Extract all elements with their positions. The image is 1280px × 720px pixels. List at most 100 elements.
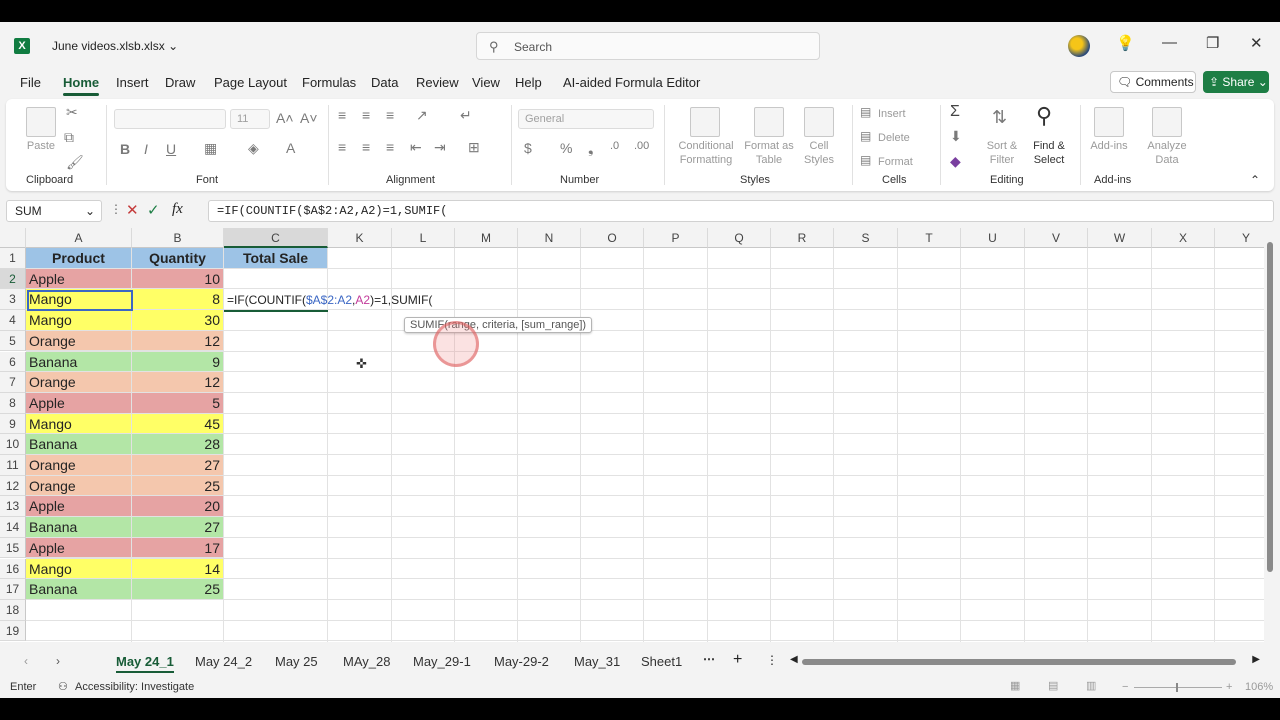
delete-cells-icon[interactable]: ▤ bbox=[860, 129, 871, 143]
format-cells-icon[interactable]: ▤ bbox=[860, 153, 871, 167]
wrap-text-icon[interactable]: ↵ bbox=[460, 107, 472, 124]
tab-page-layout[interactable]: Page Layout bbox=[214, 75, 287, 90]
column-header[interactable]: A bbox=[26, 228, 132, 248]
orientation-icon[interactable]: ↗ bbox=[416, 107, 428, 124]
format-as-table-icon[interactable] bbox=[754, 107, 784, 137]
product-cell[interactable]: Apple bbox=[26, 392, 132, 414]
row-header[interactable]: 1 bbox=[0, 248, 26, 269]
italic-icon[interactable]: I bbox=[144, 141, 148, 157]
scroll-thumb[interactable] bbox=[1267, 242, 1273, 572]
row-header[interactable]: 7 bbox=[0, 372, 26, 393]
product-cell[interactable]: Banana bbox=[26, 517, 132, 538]
clear-icon[interactable]: ◆ bbox=[950, 153, 961, 170]
select-all-corner[interactable] bbox=[0, 228, 26, 248]
column-header[interactable]: W bbox=[1088, 228, 1152, 248]
product-cell[interactable]: Mango bbox=[26, 558, 132, 580]
align-middle-icon[interactable]: ≡ bbox=[362, 107, 370, 123]
quantity-cell[interactable]: 27 bbox=[132, 455, 224, 476]
tab-view[interactable]: View bbox=[472, 75, 500, 90]
page-break-icon[interactable]: ▥ bbox=[1086, 679, 1096, 692]
normal-view-icon[interactable]: ▦ bbox=[1010, 679, 1020, 692]
row-header[interactable]: 18 bbox=[0, 599, 26, 621]
quantity-cell[interactable]: 25 bbox=[132, 579, 224, 600]
analyze-data-icon[interactable] bbox=[1152, 107, 1182, 137]
row-header[interactable]: 19 bbox=[0, 620, 26, 642]
scroll-right-icon[interactable]: ▶ bbox=[1252, 654, 1260, 665]
insert-cells-icon[interactable]: ▤ bbox=[860, 105, 871, 119]
decrease-decimal-icon[interactable]: .00 bbox=[634, 140, 649, 152]
quantity-cell[interactable]: 14 bbox=[132, 558, 224, 580]
zoom-out-icon[interactable]: − bbox=[1122, 681, 1128, 693]
format-painter-icon[interactable]: 🖌 bbox=[66, 154, 84, 171]
autosum-icon[interactable]: Σ bbox=[950, 103, 960, 121]
align-right-icon[interactable]: ≡ bbox=[386, 139, 394, 155]
add-ins-icon[interactable] bbox=[1094, 107, 1124, 137]
name-box[interactable]: SUM ⌄ bbox=[6, 200, 102, 222]
increase-font-icon[interactable]: A˄ bbox=[276, 110, 294, 126]
column-header[interactable]: X bbox=[1152, 228, 1215, 248]
tab-formulas[interactable]: Formulas bbox=[302, 75, 356, 90]
formula-input[interactable]: =IF(COUNTIF($A$2:A2,A2)=1,SUMIF( bbox=[208, 200, 1274, 222]
product-cell[interactable]: Apple bbox=[26, 268, 132, 290]
comments-button[interactable]: 🗨 Comments bbox=[1110, 71, 1196, 93]
tab-home[interactable]: Home bbox=[63, 75, 100, 96]
minimize-icon[interactable]: — bbox=[1162, 34, 1177, 51]
cancel-icon[interactable]: ✕ bbox=[126, 201, 139, 219]
active-cell-edit[interactable]: =IF(COUNTIF($A$2:A2,A2)=1,SUMIF( bbox=[224, 290, 432, 311]
tab-help[interactable]: Help bbox=[515, 75, 542, 90]
accessibility-status[interactable]: Accessibility: Investigate bbox=[75, 681, 194, 693]
product-cell[interactable]: Mango bbox=[26, 413, 132, 435]
restore-icon[interactable]: ❐ bbox=[1206, 34, 1219, 52]
product-cell[interactable]: Apple bbox=[26, 537, 132, 559]
row-header[interactable]: 9 bbox=[0, 413, 26, 435]
column-header[interactable]: N bbox=[518, 228, 581, 248]
insert-function-icon[interactable]: fx bbox=[172, 201, 183, 218]
column-header[interactable]: U bbox=[961, 228, 1025, 248]
tab-draw[interactable]: Draw bbox=[165, 75, 195, 90]
font-name-dropdown[interactable] bbox=[114, 109, 226, 129]
merge-center-icon[interactable]: ⊞ bbox=[468, 139, 480, 156]
quantity-cell[interactable]: 17 bbox=[132, 537, 224, 559]
sheet-tab[interactable]: May_29-1 bbox=[413, 654, 471, 669]
prev-sheet-icon[interactable]: ‹ bbox=[24, 654, 28, 668]
paste-icon[interactable] bbox=[26, 107, 56, 137]
file-name[interactable]: June videos.xlsb.xlsx ⌄ bbox=[52, 39, 178, 53]
align-bottom-icon[interactable]: ≡ bbox=[386, 107, 394, 123]
product-cell[interactable]: Banana bbox=[26, 579, 132, 600]
currency-icon[interactable]: $ bbox=[524, 140, 532, 156]
quantity-cell[interactable]: 5 bbox=[132, 392, 224, 414]
row-header[interactable]: 8 bbox=[0, 392, 26, 414]
sheet-tab[interactable]: May 24_2 bbox=[195, 654, 252, 669]
search-box[interactable]: ⚲ Search bbox=[476, 32, 820, 60]
header-total-sale[interactable]: Total Sale bbox=[224, 248, 328, 269]
column-header[interactable]: Y bbox=[1215, 228, 1264, 248]
quantity-cell[interactable]: 10 bbox=[132, 268, 224, 290]
underline-icon[interactable]: U bbox=[166, 141, 176, 157]
collapse-ribbon-icon[interactable]: ⌃ bbox=[1250, 173, 1260, 187]
product-cell[interactable]: Apple bbox=[26, 496, 132, 518]
sheet-tab[interactable]: Sheet1 bbox=[641, 654, 682, 669]
fill-color-icon[interactable]: ◈ bbox=[248, 140, 259, 157]
sheet-tab[interactable]: May_31 bbox=[574, 654, 620, 669]
add-sheet-icon[interactable]: + bbox=[733, 651, 742, 669]
row-header[interactable]: 14 bbox=[0, 517, 26, 538]
tab-file[interactable]: File bbox=[20, 75, 41, 90]
scroll-left-icon[interactable]: ◀ bbox=[790, 654, 798, 665]
close-icon[interactable]: ✕ bbox=[1250, 34, 1263, 52]
increase-indent-icon[interactable]: ⇥ bbox=[434, 139, 446, 156]
number-format-dropdown[interactable]: General bbox=[518, 109, 654, 129]
font-size-dropdown[interactable]: 11 bbox=[230, 109, 270, 129]
row-header[interactable]: 11 bbox=[0, 455, 26, 476]
tab-data[interactable]: Data bbox=[371, 75, 398, 90]
spreadsheet-grid[interactable]: ABCKLMNOPQRSTUVWXY 1 2 3 4 5 6 7 8 9 10 11 12 13 14 15… bbox=[0, 228, 1264, 642]
row-header[interactable]: 17 bbox=[0, 579, 26, 600]
column-header[interactable]: B bbox=[132, 228, 224, 248]
scroll-thumb[interactable] bbox=[802, 659, 1236, 665]
zoom-slider-thumb[interactable] bbox=[1176, 683, 1178, 692]
tab-insert[interactable]: Insert bbox=[116, 75, 149, 90]
tab-ai-formula-editor[interactable]: AI-aided Formula Editor bbox=[563, 75, 700, 90]
sheet-tab[interactable]: MAy_28 bbox=[343, 654, 390, 669]
quantity-cell[interactable]: 20 bbox=[132, 496, 224, 518]
row-header[interactable]: 2 bbox=[0, 268, 26, 290]
product-cell[interactable]: Banana bbox=[26, 351, 132, 373]
